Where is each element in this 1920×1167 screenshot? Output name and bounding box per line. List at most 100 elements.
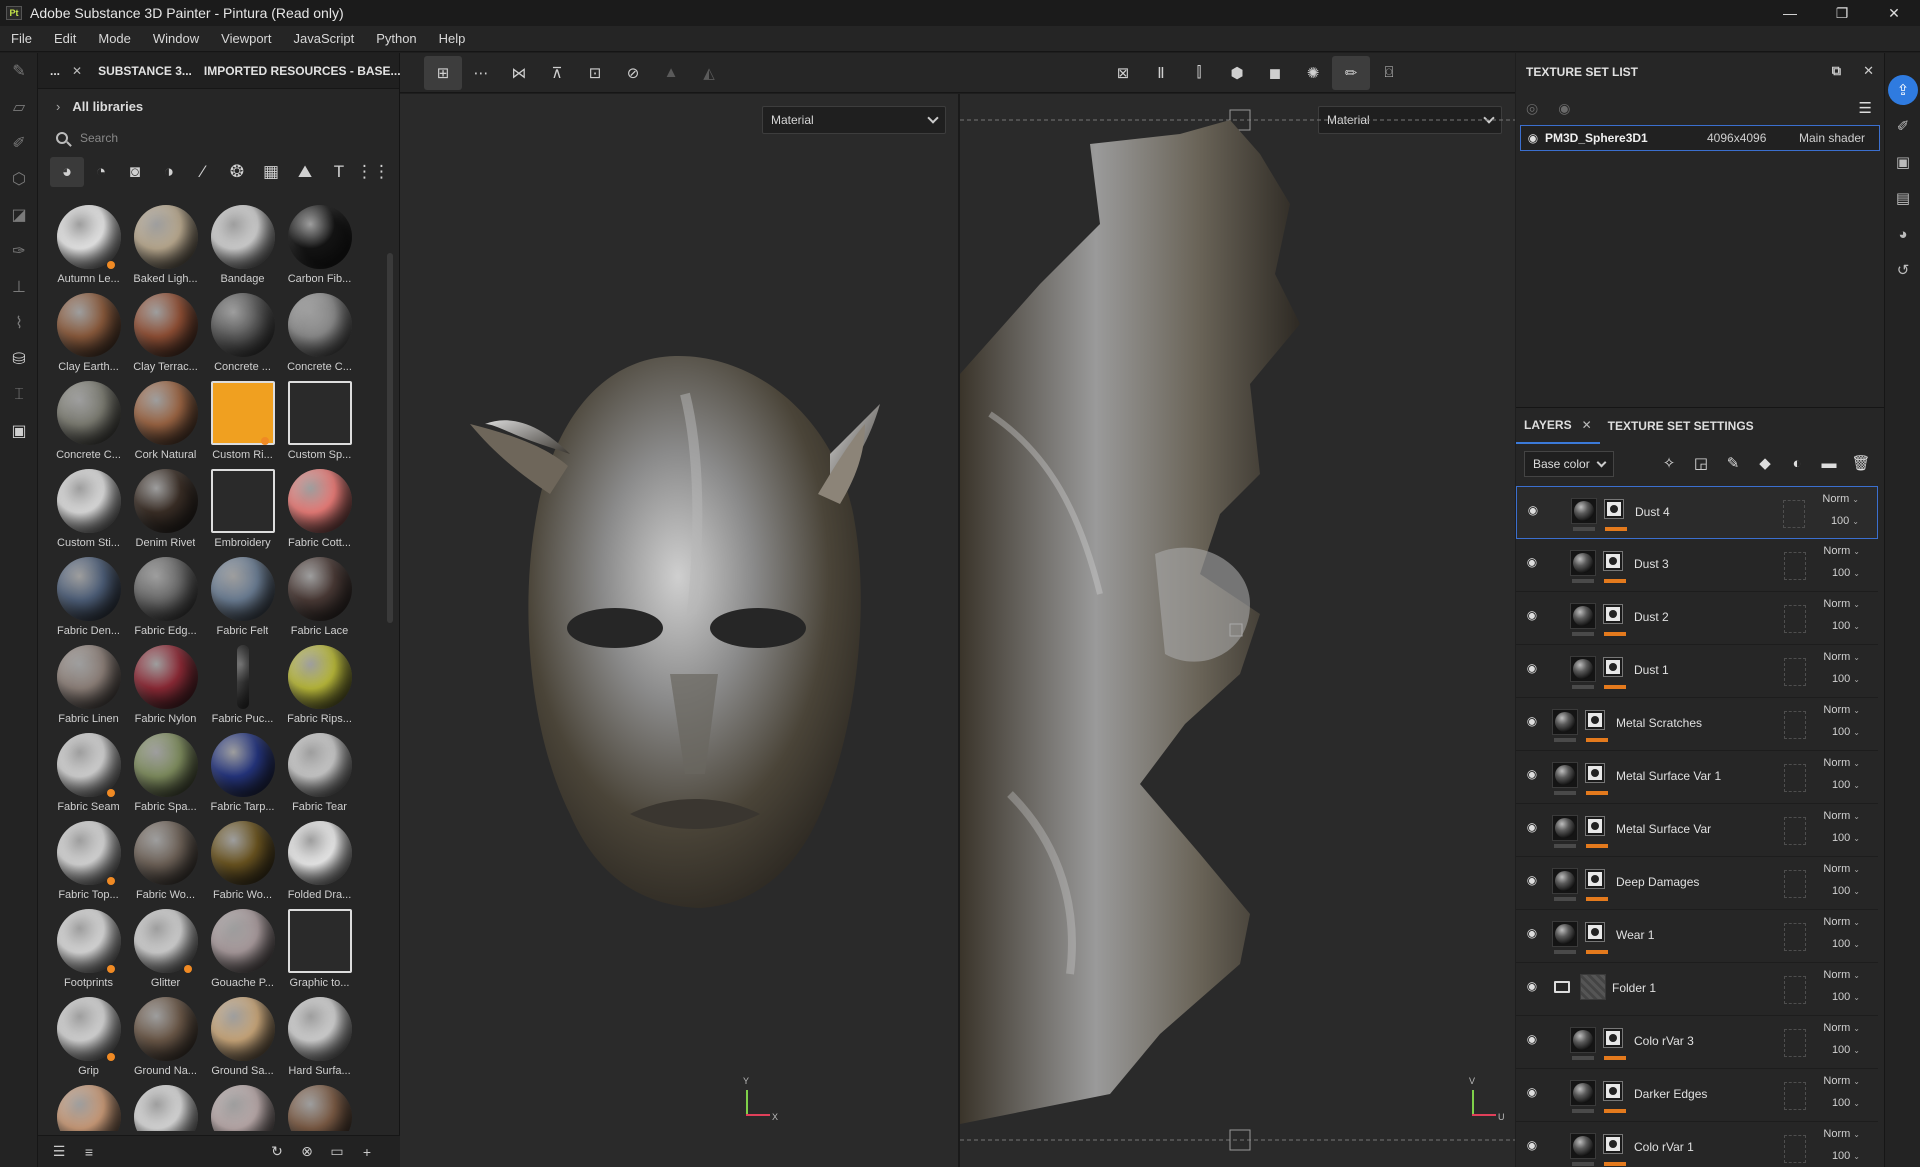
mask-thumbnail[interactable] (1603, 657, 1623, 677)
menu-mode[interactable]: Mode (87, 31, 142, 46)
text-filter-icon[interactable]: T (322, 157, 356, 187)
paint-brush-icon[interactable]: ✎ (0, 53, 38, 89)
mask-thumbnail[interactable] (1585, 710, 1605, 730)
camera-icon[interactable]: ◼ (1256, 56, 1294, 90)
mask-thumbnail[interactable] (1603, 1028, 1623, 1048)
align-icon[interactable]: ⊼ (538, 56, 576, 90)
solo-icon[interactable]: ◉ (1558, 100, 1570, 117)
display-settings-icon[interactable]: ▣ (1885, 144, 1920, 180)
add-effect-icon[interactable]: ✧ (1658, 452, 1680, 474)
asset-item[interactable]: Carbon Fib... (281, 201, 358, 289)
opacity-field[interactable]: 100 ⌄ (1832, 620, 1860, 632)
layer-row[interactable]: ◉ Colo rVar 3 Norm ⌄ 100 ⌄ (1516, 1016, 1878, 1069)
layer-row[interactable]: ◉ Dust 4 Norm ⌄ 100 ⌄ (1516, 486, 1878, 539)
mask-thumbnail[interactable] (1585, 816, 1605, 836)
close-button[interactable]: ✕ (1868, 0, 1920, 26)
paint-mode-icon[interactable]: ✏ (1332, 55, 1370, 90)
folder-icon[interactable]: ▭ (322, 1137, 352, 1167)
visibility-all-icon[interactable]: ◎ (1526, 100, 1538, 117)
layer-row[interactable]: ◉ Dust 1 Norm ⌄ 100 ⌄ (1516, 645, 1878, 698)
mask-thumbnail[interactable] (1603, 1081, 1623, 1101)
eye-icon[interactable]: ◉ (1523, 503, 1543, 517)
opacity-field[interactable]: 100 ⌄ (1832, 673, 1860, 685)
texture-set-shader[interactable]: Main shader (1799, 131, 1865, 145)
screenshot-icon[interactable]: ⌼ (1370, 56, 1408, 90)
blend-mode-dropdown[interactable]: Norm ⌄ (1823, 969, 1860, 981)
bake-icon[interactable]: ⌶ (0, 377, 38, 413)
blend-mode-dropdown[interactable]: Norm ⌄ (1823, 916, 1860, 928)
eye-icon[interactable]: ◉ (1522, 714, 1542, 728)
menu-edit[interactable]: Edit (43, 31, 87, 46)
asset-item[interactable]: Clay Terrac... (127, 289, 204, 377)
asset-item[interactable]: Hard Surfa... (281, 993, 358, 1081)
asset-item[interactable]: Fabric Wo... (127, 817, 204, 905)
color-picker-icon[interactable]: ⌇ (0, 305, 38, 341)
all-filter-icon[interactable]: ⋮⋮ (356, 157, 390, 187)
viewport-2d[interactable]: Material V U (960, 94, 1515, 1167)
mask-thumbnail[interactable] (1585, 922, 1605, 942)
asset-item[interactable]: Denim Rivet (127, 465, 204, 553)
close-tab-icon[interactable]: ✕ (68, 64, 92, 78)
close-icon[interactable]: ✕ (1863, 63, 1874, 79)
eye-icon[interactable]: ◉ (1521, 131, 1545, 145)
layer-name[interactable]: Metal Surface Var (1616, 822, 1711, 836)
layer-name[interactable]: Colo rVar 3 (1634, 1034, 1694, 1048)
add-smart-material-icon[interactable]: ◐ (1786, 452, 1808, 474)
particle-filter-icon[interactable]: ❂ (220, 157, 254, 187)
eye-icon[interactable]: ◉ (1522, 608, 1542, 622)
menu-file[interactable]: File (0, 31, 43, 46)
smart-material-filter-icon[interactable]: ◔ (84, 157, 118, 187)
blend-mode-dropdown[interactable]: Norm ⌄ (1823, 863, 1860, 875)
opacity-field[interactable]: 100 ⌄ (1832, 1044, 1860, 1056)
layer-name[interactable]: Colo rVar 1 (1634, 1140, 1694, 1154)
eye-icon[interactable]: ◉ (1522, 820, 1542, 834)
texture-set-row[interactable]: ◉ PM3D_Sphere3D1 4096x4096 Main shader (1520, 125, 1880, 151)
eye-icon[interactable]: ◉ (1522, 555, 1542, 569)
blend-mode-dropdown[interactable]: Norm ⌄ (1823, 1022, 1860, 1034)
blend-mode-dropdown[interactable]: Norm ⌄ (1823, 1075, 1860, 1087)
assets-scrollbar[interactable] (387, 253, 393, 623)
asset-item[interactable]: Clay Earth... (50, 289, 127, 377)
asset-item[interactable]: Fabric Rips... (281, 641, 358, 729)
blend-mode-dropdown[interactable]: Norm ⌄ (1823, 704, 1860, 716)
minimize-button[interactable]: — (1764, 0, 1816, 26)
library-selector[interactable]: › All libraries (38, 89, 399, 123)
layer-row[interactable]: ◉ Deep Damages Norm ⌄ 100 ⌄ (1516, 857, 1878, 910)
layer-row[interactable]: ◉ Metal Surface Var Norm ⌄ 100 ⌄ (1516, 804, 1878, 857)
tab-imported-resources[interactable]: IMPORTED RESOURCES - BASE... (198, 64, 407, 78)
viewport-3d[interactable]: Material Y X (400, 94, 958, 1167)
history-icon[interactable]: ⊘ (614, 56, 652, 90)
mesh-icon[interactable]: ▲ (652, 56, 690, 90)
tab-texture-set-settings[interactable]: TEXTURE SET SETTINGS (1600, 408, 1762, 444)
opacity-field[interactable]: 100 ⌄ (1832, 567, 1860, 579)
menu-help[interactable]: Help (428, 31, 477, 46)
add-fill-layer-icon[interactable]: ◆ (1754, 452, 1776, 474)
asset-item[interactable]: Folded Dra... (281, 817, 358, 905)
asset-item[interactable]: Fabric Lace (281, 553, 358, 641)
asset-item[interactable]: Fabric Cott... (281, 465, 358, 553)
asset-item[interactable]: Gouache P... (204, 905, 281, 993)
asset-item[interactable]: Fabric Wo... (204, 817, 281, 905)
clone-stamp-icon[interactable]: ⊥ (0, 269, 38, 305)
display-3d-icon[interactable]: ⬢ (1218, 56, 1256, 90)
mask-filter-icon[interactable]: ◙ (118, 157, 152, 187)
blend-mode-dropdown[interactable]: Norm ⌄ (1823, 1128, 1860, 1140)
asset-item[interactable]: Concrete C... (281, 289, 358, 377)
asset-item[interactable] (50, 1081, 127, 1131)
viewer-settings-icon[interactable]: ◕ (1885, 216, 1920, 252)
refresh-icon[interactable]: ↻ (262, 1137, 292, 1167)
eye-icon[interactable]: ◉ (1522, 1138, 1542, 1152)
layer-row[interactable]: ◉ Wear 1 Norm ⌄ 100 ⌄ (1516, 910, 1878, 963)
blend-mode-dropdown[interactable]: Norm ⌄ (1823, 651, 1860, 663)
mask-thumbnail[interactable] (1585, 763, 1605, 783)
tab-layers[interactable]: LAYERS ✕ (1516, 408, 1600, 444)
asset-item[interactable]: Graphic to... (281, 905, 358, 993)
asset-item[interactable]: Fabric Den... (50, 553, 127, 641)
menu-viewport[interactable]: Viewport (210, 31, 282, 46)
split-view-icon[interactable]: ⫿ (1180, 56, 1218, 90)
geometry-fill-icon[interactable]: ⬡ (0, 161, 38, 197)
opacity-field[interactable]: 100 ⌄ (1832, 1097, 1860, 1109)
layer-name[interactable]: Dust 2 (1634, 610, 1669, 624)
channel-dropdown[interactable]: Base color (1524, 451, 1614, 477)
asset-item[interactable] (127, 1081, 204, 1131)
